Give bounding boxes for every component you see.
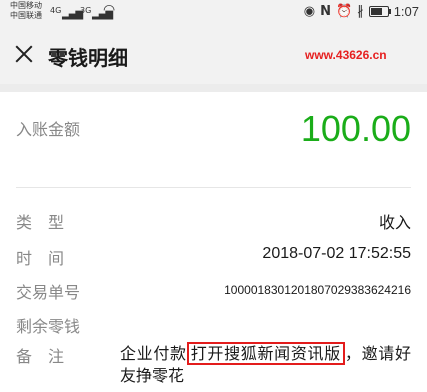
- time-label: 时 间: [16, 249, 65, 268]
- bluetooth-icon: ∦: [357, 4, 364, 19]
- remark-value: 企业付款 打开搜狐新闻资讯版 ，邀请好友挣零花: [120, 342, 411, 387]
- status-time: 1:07: [393, 4, 419, 19]
- detail-row-time: 时 间 2018-07-02 17:52:55: [0, 245, 427, 275]
- detail-row-balance: 剩余零钱: [0, 313, 427, 343]
- eye-icon: ◉: [303, 4, 316, 19]
- status-bar: 中国移动 中国联通 4G ▂▄▆ 3G ▂▄▆ ◠ ◉ N ⏰ ∦ 1:07: [0, 0, 427, 26]
- remark-prefix: 企业付款: [120, 344, 187, 363]
- carrier-2: 中国联通: [10, 11, 42, 20]
- order-label: 交易单号: [16, 283, 81, 302]
- divider: [16, 187, 411, 188]
- amount-section: 入账金额 100.00: [0, 92, 427, 170]
- amount-label: 入账金额: [16, 120, 81, 139]
- close-icon[interactable]: [12, 38, 38, 68]
- time-value: 2018-07-02 17:52:55: [262, 245, 411, 262]
- nav-bar: 零钱明细 www.43626.cn: [0, 26, 427, 84]
- battery-icon: [368, 6, 391, 17]
- balance-label: 剩余零钱: [16, 317, 81, 336]
- detail-row-order: 交易单号 100001830120180702938362421​6: [0, 279, 427, 309]
- page-title: 零钱明细: [48, 46, 128, 70]
- wifi-icon: ◠: [103, 2, 116, 18]
- amount-value: 100.00: [300, 108, 411, 149]
- type-value: 收入: [378, 213, 411, 232]
- nfc-icon: N: [320, 4, 331, 19]
- carrier-info: 中国移动 中国联通: [10, 1, 42, 21]
- order-value: 100001830120180702938362421​6: [224, 283, 411, 297]
- status-right: ◉ N ⏰ ∦ 1:07: [304, 4, 419, 19]
- carrier-1: 中国移动: [10, 1, 42, 10]
- detail-row-type: 类 型 收入: [0, 209, 427, 239]
- type-label: 类 型: [16, 213, 65, 232]
- remark-label: 备 注: [16, 347, 65, 366]
- alarm-icon: ⏰: [336, 4, 353, 19]
- remark-highlight: 打开搜狐新闻资讯版: [186, 342, 345, 365]
- signal-4g-label: 4G: [50, 6, 62, 15]
- watermark-url: www.43626.cn: [305, 48, 387, 62]
- signal-3g-label: 3G: [80, 6, 92, 15]
- section-gap: [0, 84, 427, 92]
